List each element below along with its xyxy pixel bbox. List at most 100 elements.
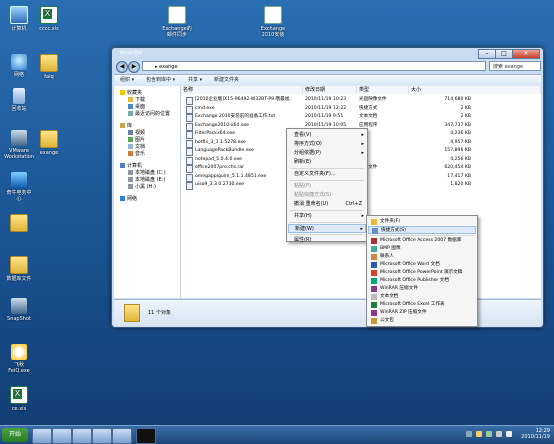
window-title: exange [120, 49, 143, 56]
maximize-button[interactable]: □ [495, 49, 513, 59]
new-submenu-item[interactable]: WinRAR ZIP 压缩文件 [368, 309, 476, 317]
new-submenu-item[interactable]: 联系人 [368, 253, 476, 261]
context-menu-item[interactable]: 新建(W) ▸ [288, 224, 366, 233]
nav-item[interactable]: 桌面 [128, 104, 145, 110]
organize-button[interactable]: 组织 ▾ [120, 76, 134, 85]
nav-item[interactable]: 下载 [128, 97, 145, 103]
taskbar-app-cmd[interactable] [136, 428, 156, 444]
taskbar-app-window[interactable] [92, 428, 112, 444]
nav-item[interactable]: 视频 [128, 130, 145, 136]
context-menu-item[interactable]: 查看(V) ▸ [288, 131, 366, 140]
file-row[interactable]: [2010企业版]X15-96492-W32BT-P9.哦最福.. 2010/11… [181, 96, 541, 105]
desktop-icon[interactable]: 回收站 [2, 88, 36, 112]
desktop-icon[interactable]: 飞秋 FeiQ.exe [2, 344, 36, 374]
tray-icon[interactable] [486, 431, 492, 437]
context-menu-item[interactable]: 分组依据(P) ▸ [288, 149, 366, 158]
context-menu-item[interactable]: 粘贴快捷方式(S) [288, 191, 366, 200]
menu-item-label: 文件夹(F) [380, 219, 401, 224]
tray-icon[interactable] [466, 431, 472, 437]
nav-item[interactable]: 文档 [128, 144, 145, 150]
desktop-icon[interactable]: 数据库文件 [2, 256, 36, 282]
volume-icon[interactable] [506, 431, 512, 437]
new-folder-button[interactable]: 新建文件夹 [214, 76, 239, 85]
taskbar-app-explorer-2[interactable] [112, 428, 132, 444]
desktop-icon[interactable]: ce.xls [2, 386, 36, 412]
new-submenu-item[interactable]: Microsoft Office PowerPoint 演示文稿 [368, 269, 476, 277]
context-menu-item[interactable]: 刷新(E) [288, 158, 366, 167]
nav-item[interactable]: 最近访问的位置 [128, 111, 170, 117]
cloud-icon [11, 344, 27, 360]
column-date[interactable]: 修改日期 [303, 86, 357, 94]
nav-item[interactable]: 小黑 (H:) [128, 184, 156, 190]
nav-item[interactable]: 音乐 [128, 151, 145, 157]
desktop-icon[interactable]: SnapShot [2, 298, 36, 322]
forward-button[interactable]: ▶ [128, 61, 140, 73]
menu-item-label: WinRAR ZIP 压缩文件 [380, 310, 427, 315]
nav-item[interactable]: 本地磁盘 (E:) [128, 177, 165, 183]
new-submenu-item[interactable]: Microsoft Office Access 2007 数据库 [368, 237, 476, 245]
context-menu-item[interactable]: 属性(R) [288, 236, 366, 245]
context-menu-item[interactable]: 共享(H) ▸ [288, 212, 366, 221]
start-button[interactable]: 开始 [2, 428, 28, 442]
nav-item[interactable]: 收藏夹 [120, 90, 142, 96]
clock[interactable]: 12:29 2010/11/19 [521, 428, 550, 440]
desktop-icon[interactable] [2, 214, 36, 234]
desktop-icon[interactable]: VMware Workstation [2, 130, 36, 160]
close-button[interactable]: ✕ [512, 49, 540, 59]
new-submenu-item[interactable]: Microsoft Office Word 文档 [368, 261, 476, 269]
nav-item-label: 最近访问的位置 [135, 111, 171, 117]
back-button[interactable]: ◀ [116, 61, 128, 73]
new-submenu-item[interactable]: 文本文档 [368, 293, 476, 301]
context-menu-item[interactable]: 撤消 重命名(U) Ctrl+Z [288, 200, 366, 209]
file-row[interactable]: Exchange 2010安装前的准备工作.txt 2010/11/19 9:51… [181, 113, 541, 122]
nav-item[interactable]: 网络 [120, 196, 137, 202]
desktop-icon[interactable]: cccc.xls [32, 6, 66, 32]
menu-item-label: 文本文档 [380, 294, 399, 299]
folder-icon [40, 130, 58, 148]
desktop-icon[interactable]: Exchange 2010安装 [256, 6, 290, 38]
nav-item[interactable]: 库 [120, 123, 132, 129]
file-size: 347,737 KB [444, 122, 471, 128]
taskbar-app-server-manager[interactable] [32, 428, 52, 444]
navigation-row: ◀ ▶ ▸ exange 搜索 exange [114, 60, 541, 74]
nav-item-label: 计算机 [127, 163, 143, 169]
file-row[interactable]: cmd.exe 2010/11/19 12:22 快捷方式 2 KB [181, 105, 541, 114]
new-submenu-item[interactable]: 文件夹(F) [368, 218, 476, 226]
context-menu-item[interactable]: 排序方式(O) ▸ [288, 140, 366, 149]
column-type[interactable]: 类型 [357, 86, 409, 94]
include-in-library-button[interactable]: 包含到库中 ▾ [146, 76, 175, 85]
tray-icon[interactable] [476, 431, 482, 437]
menu-item-label: Microsoft Office Access 2007 数据库 [380, 238, 462, 243]
desktop-icon[interactable]: 奇牛电务中 心 [2, 172, 36, 202]
tray-icon[interactable] [496, 431, 502, 437]
desktop-icon[interactable]: 计算机 [2, 6, 36, 32]
nav-item[interactable]: 图片 [128, 137, 145, 143]
new-submenu-item[interactable]: Microsoft Office Excel 工作表 [368, 301, 476, 309]
address-bar[interactable]: ▸ exange [142, 61, 486, 71]
new-submenu-item[interactable]: WinRAR 压缩文件 [368, 285, 476, 293]
desktop-icon[interactable]: exange [32, 130, 66, 156]
desktop-icon[interactable]: 网络 [2, 54, 36, 78]
bin-icon [13, 88, 25, 104]
nav-item[interactable]: 本地磁盘 (C:) [128, 170, 166, 176]
title-bar[interactable]: exange – □ ✕ [112, 48, 543, 59]
new-submenu-item[interactable]: 公文包 [368, 317, 476, 325]
column-name[interactable]: 名称 [181, 86, 303, 94]
search-input[interactable]: 搜索 exange [489, 61, 541, 71]
nav-item[interactable]: 计算机 [120, 163, 142, 169]
taskbar-app-powershell[interactable] [52, 428, 72, 444]
new-submenu-item[interactable]: Microsoft Office Publisher 文档 [368, 277, 476, 285]
column-size[interactable]: 大小 [409, 86, 541, 94]
context-menu-item[interactable]: 粘贴(P) [288, 182, 366, 191]
minimize-button[interactable]: – [478, 49, 496, 59]
taskbar-app-explorer[interactable] [72, 428, 92, 444]
file-size: 2 KB [460, 105, 471, 111]
desktop-icon[interactable]: faiq [32, 54, 66, 80]
new-submenu-item[interactable]: 快捷方式(S) [368, 226, 476, 234]
desktop-icon[interactable]: Exchange的 邮件同步 [160, 6, 194, 38]
nav-item-label: 图片 [135, 137, 146, 143]
desktop-icon-label: 奇牛电务中 心 [6, 190, 32, 202]
new-submenu-item[interactable]: BMP 图像 [368, 245, 476, 253]
share-button[interactable]: 共享 ▾ [188, 76, 202, 85]
context-menu-item[interactable]: 自定义文件夹(F)... [288, 170, 366, 179]
